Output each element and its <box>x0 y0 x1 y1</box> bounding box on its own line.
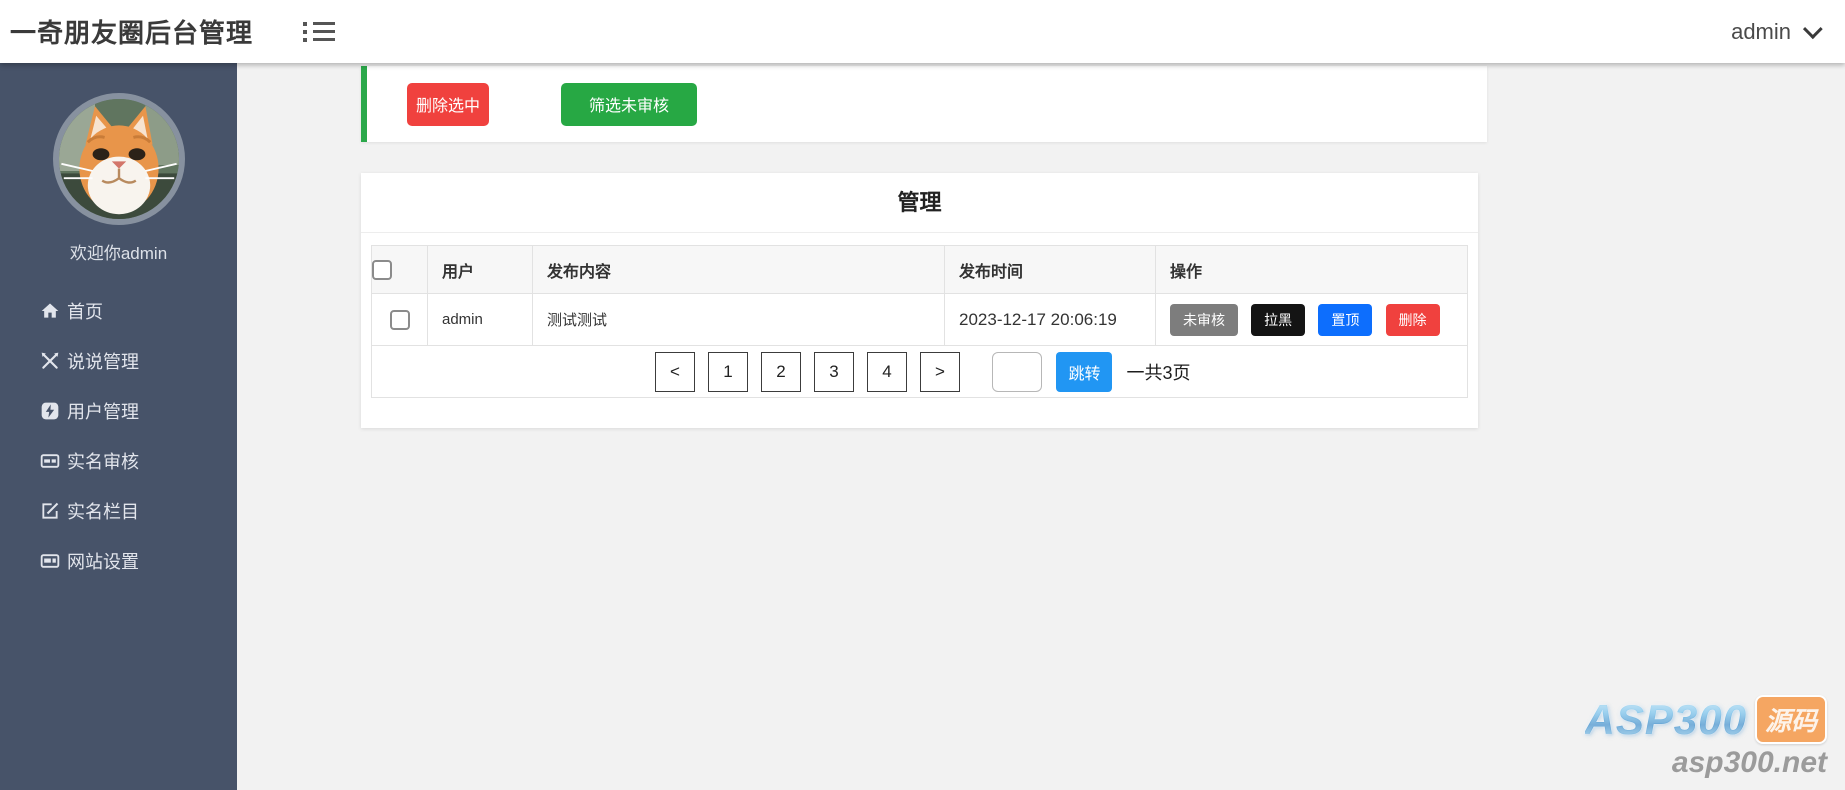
sidebar-item-site-settings[interactable]: 网站设置 <box>0 536 237 586</box>
select-all-checkbox[interactable] <box>372 259 392 280</box>
row-checkbox[interactable] <box>389 309 410 330</box>
management-table: 用户 发布内容 发布时间 操作 admin 测试测试 2023-12-17 20… <box>371 245 1468 398</box>
jump-button[interactable]: 跳转 <box>1056 351 1113 392</box>
browser-icon <box>40 551 60 571</box>
lightning-icon <box>40 401 60 421</box>
menu-list-icon[interactable] <box>303 18 336 46</box>
id-card-icon <box>40 451 60 471</box>
sidebar-item-label: 说说管理 <box>67 352 139 372</box>
sidebar-item-label: 网站设置 <box>67 552 139 572</box>
cell-actions: 未审核 拉黑 置顶 删除 <box>1155 293 1468 346</box>
toolbar-panel: 删除选中 筛选未审核 <box>361 66 1487 142</box>
edit-square-icon <box>40 501 60 521</box>
filter-unreviewed-button[interactable]: 筛选未审核 <box>561 82 697 126</box>
sidebar-item-posts[interactable]: 说说管理 <box>0 336 237 386</box>
app-header: 一奇朋友圈后台管理 admin <box>0 0 1845 63</box>
page-button-4[interactable]: 4 <box>866 351 907 392</box>
unreviewed-button[interactable]: 未审核 <box>1170 303 1238 336</box>
sidebar-menu: 首页 说说管理 用户管理 实名审核 实名栏目 网站设置 <box>0 286 237 586</box>
sidebar-item-verify-category[interactable]: 实名栏目 <box>0 486 237 536</box>
prev-page-button[interactable]: < <box>654 351 695 392</box>
column-header-actions: 操作 <box>1155 245 1468 294</box>
delete-button[interactable]: 删除 <box>1385 303 1440 336</box>
sidebar-item-label: 用户管理 <box>67 402 139 422</box>
chevron-down-icon <box>1802 18 1823 39</box>
cell-time: 2023-12-17 20:06:19 <box>944 293 1156 346</box>
blacklist-button[interactable]: 拉黑 <box>1251 303 1306 336</box>
edit-tools-icon <box>40 351 60 371</box>
column-header-user: 用户 <box>427 245 533 294</box>
page-button-1[interactable]: 1 <box>707 351 748 392</box>
table-header-row: 用户 发布内容 发布时间 操作 <box>371 245 1468 294</box>
watermark-brand: ASP300 <box>1584 695 1747 743</box>
pin-top-button[interactable]: 置顶 <box>1318 303 1373 336</box>
page-button-2[interactable]: 2 <box>760 351 801 392</box>
cat-avatar-image <box>58 99 179 219</box>
column-header-time: 发布时间 <box>944 245 1156 294</box>
avatar[interactable] <box>52 93 185 225</box>
page-button-3[interactable]: 3 <box>813 351 854 392</box>
pagination-row: < 1 2 3 4 > 跳转 一共3页 <box>371 345 1468 398</box>
panel-title: 管理 <box>361 173 1478 233</box>
sidebar-item-home[interactable]: 首页 <box>0 286 237 336</box>
sidebar-item-label: 实名审核 <box>67 452 139 472</box>
watermark-badge: 源码 <box>1754 695 1827 744</box>
cell-user: admin <box>427 293 533 346</box>
watermark-domain: asp300.net <box>1671 746 1827 779</box>
total-pages-label: 一共3页 <box>1126 362 1191 383</box>
table-row: admin 测试测试 2023-12-17 20:06:19 未审核 拉黑 置顶… <box>371 293 1468 346</box>
column-header-content: 发布内容 <box>532 245 945 294</box>
jump-page-input[interactable] <box>992 351 1043 392</box>
next-page-button[interactable]: > <box>919 351 960 392</box>
sidebar-item-users[interactable]: 用户管理 <box>0 386 237 436</box>
watermark: ASP300 源码 asp300.net <box>1585 695 1827 780</box>
welcome-text: 欢迎你admin <box>69 244 168 263</box>
sidebar-item-verify[interactable]: 实名审核 <box>0 436 237 486</box>
sidebar-item-label: 首页 <box>67 302 103 322</box>
app-title: 一奇朋友圈后台管理 <box>10 18 254 48</box>
delete-selected-button[interactable]: 删除选中 <box>407 82 489 126</box>
sidebar-item-label: 实名栏目 <box>67 502 139 522</box>
username: admin <box>1731 18 1791 44</box>
user-dropdown[interactable]: admin <box>1731 18 1823 45</box>
pagination: < 1 2 3 4 > 跳转 一共3页 <box>372 351 1467 392</box>
home-icon <box>40 301 60 321</box>
management-panel: 管理 用户 发布内容 发布时间 操作 admin 测试测试 2023-12-17… <box>361 173 1478 428</box>
sidebar: 欢迎你admin 首页 说说管理 用户管理 实名审核 实名栏目 网站设置 <box>0 63 237 790</box>
cell-content: 测试测试 <box>532 293 945 346</box>
